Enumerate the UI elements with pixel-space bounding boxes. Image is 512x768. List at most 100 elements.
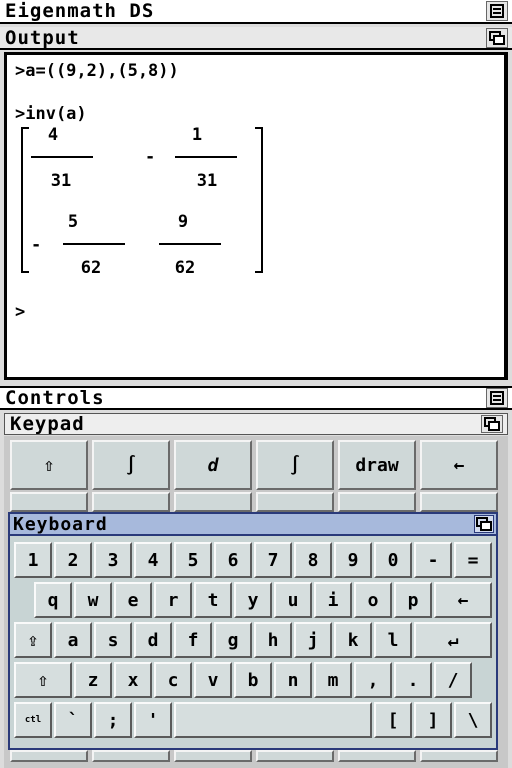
key-p[interactable]: p bbox=[394, 582, 432, 618]
key-e[interactable]: e bbox=[114, 582, 152, 618]
key-s[interactable]: s bbox=[94, 622, 132, 658]
key-semicolon[interactable]: ; bbox=[94, 702, 132, 738]
key-6[interactable]: 6 bbox=[214, 542, 252, 578]
key-period[interactable]: . bbox=[394, 662, 432, 698]
m12-sign: - bbox=[145, 147, 156, 167]
key-equals[interactable]: = bbox=[454, 542, 492, 578]
restore-icon[interactable] bbox=[474, 515, 494, 533]
key-comma[interactable]: , bbox=[354, 662, 392, 698]
key-x[interactable]: x bbox=[114, 662, 152, 698]
minimize-icon[interactable] bbox=[486, 388, 508, 408]
keypad-integral-button[interactable]: ∫ bbox=[92, 440, 170, 490]
keypad-draw-button[interactable]: draw bbox=[338, 440, 416, 490]
enter-button[interactable]: ↵ bbox=[414, 622, 492, 658]
key-d[interactable]: d bbox=[134, 622, 172, 658]
key-8[interactable]: 8 bbox=[294, 542, 332, 578]
keypad-row-bottom-key[interactable] bbox=[420, 750, 498, 762]
app-title: Eigenmath DS bbox=[5, 0, 155, 22]
keypad-row-bottom-key[interactable] bbox=[10, 750, 88, 762]
key-2[interactable]: 2 bbox=[54, 542, 92, 578]
key-g[interactable]: g bbox=[214, 622, 252, 658]
input-line-1: >a=((9,2),(5,8)) bbox=[15, 61, 179, 81]
key-backslash[interactable]: \ bbox=[454, 702, 492, 738]
key-l[interactable]: l bbox=[374, 622, 412, 658]
keypad-title: Keypad bbox=[10, 413, 85, 435]
key-3[interactable]: 3 bbox=[94, 542, 132, 578]
key-v[interactable]: v bbox=[194, 662, 232, 698]
key-w[interactable]: w bbox=[74, 582, 112, 618]
app-titlebar: Eigenmath DS bbox=[0, 0, 512, 24]
key-9[interactable]: 9 bbox=[334, 542, 372, 578]
m11-numerator: 4 bbox=[47, 125, 59, 145]
key-left-bracket[interactable]: [ bbox=[374, 702, 412, 738]
ctrl-button[interactable]: ctl bbox=[14, 702, 52, 738]
key-z[interactable]: z bbox=[74, 662, 112, 698]
key-q[interactable]: q bbox=[34, 582, 72, 618]
m22-denominator: 62 bbox=[174, 258, 196, 278]
key-m[interactable]: m bbox=[314, 662, 352, 698]
key-t[interactable]: t bbox=[194, 582, 232, 618]
key-right-bracket[interactable]: ] bbox=[414, 702, 452, 738]
key-1[interactable]: 1 bbox=[14, 542, 52, 578]
keyboard-window: Keyboard 1 2 3 4 5 6 7 8 9 0 - = q w e r… bbox=[8, 512, 498, 750]
keypad-derivative-button[interactable]: d bbox=[174, 440, 252, 490]
key-u[interactable]: u bbox=[274, 582, 312, 618]
key-4[interactable]: 4 bbox=[134, 542, 172, 578]
key-h[interactable]: h bbox=[254, 622, 292, 658]
input-line-2: >inv(a) bbox=[15, 104, 87, 124]
keypad-row-bottom-key[interactable] bbox=[174, 750, 252, 762]
key-r[interactable]: r bbox=[154, 582, 192, 618]
minimize-icon[interactable] bbox=[486, 1, 508, 21]
key-7[interactable]: 7 bbox=[254, 542, 292, 578]
key-f[interactable]: f bbox=[174, 622, 212, 658]
keypad-titlebar: Keypad bbox=[4, 413, 508, 435]
output-titlebar: Output bbox=[0, 27, 512, 50]
backspace-button[interactable]: ← bbox=[434, 582, 492, 618]
keypad-row-bottom-key[interactable] bbox=[338, 750, 416, 762]
m22-fraction-bar bbox=[159, 243, 221, 245]
key-o[interactable]: o bbox=[354, 582, 392, 618]
restore-icon[interactable] bbox=[486, 27, 508, 48]
keypad-row2-key[interactable] bbox=[256, 492, 334, 512]
matrix-right-bracket bbox=[255, 127, 263, 273]
key-5[interactable]: 5 bbox=[174, 542, 212, 578]
keypad-row2-key[interactable] bbox=[10, 492, 88, 512]
keypad-row2-key[interactable] bbox=[420, 492, 498, 512]
key-b[interactable]: b bbox=[234, 662, 272, 698]
space-bar[interactable] bbox=[174, 702, 372, 738]
key-slash[interactable]: / bbox=[434, 662, 472, 698]
key-j[interactable]: j bbox=[294, 622, 332, 658]
keypad-definite-integral-button[interactable]: ∫ bbox=[256, 440, 334, 490]
output-panel[interactable]: >a=((9,2),(5,8)) >inv(a) 4 31 - 1 31 - 5… bbox=[4, 52, 508, 380]
key-c[interactable]: c bbox=[154, 662, 192, 698]
restore-icon[interactable] bbox=[481, 415, 503, 433]
key-n[interactable]: n bbox=[274, 662, 312, 698]
controls-titlebar: Controls bbox=[0, 386, 512, 410]
key-backtick[interactable]: ` bbox=[54, 702, 92, 738]
m21-fraction-bar bbox=[63, 243, 125, 245]
keypad-row2-key[interactable] bbox=[338, 492, 416, 512]
key-i[interactable]: i bbox=[314, 582, 352, 618]
m12-fraction-bar bbox=[175, 156, 237, 158]
keypad-row-bottom-key[interactable] bbox=[256, 750, 334, 762]
keypad-row2-key[interactable] bbox=[92, 492, 170, 512]
key-minus[interactable]: - bbox=[414, 542, 452, 578]
m11-fraction-bar bbox=[31, 156, 93, 158]
keypad-row-bottom-key[interactable] bbox=[92, 750, 170, 762]
shift-button[interactable]: ⇧ bbox=[14, 662, 72, 698]
key-k[interactable]: k bbox=[334, 622, 372, 658]
keyboard-titlebar: Keyboard bbox=[10, 514, 496, 536]
caps-lock-button[interactable]: ⇪ bbox=[14, 622, 52, 658]
key-0[interactable]: 0 bbox=[374, 542, 412, 578]
keypad-backspace-button[interactable]: ← bbox=[420, 440, 498, 490]
keypad-row2-key[interactable] bbox=[174, 492, 252, 512]
keypad-shift-button[interactable]: ⇧ bbox=[10, 440, 88, 490]
keyboard-title: Keyboard bbox=[13, 513, 108, 535]
key-y[interactable]: y bbox=[234, 582, 272, 618]
m11-denominator: 31 bbox=[50, 171, 72, 191]
key-apostrophe[interactable]: ' bbox=[134, 702, 172, 738]
key-a[interactable]: a bbox=[54, 622, 92, 658]
input-prompt[interactable]: > bbox=[15, 302, 25, 322]
m12-denominator: 31 bbox=[196, 171, 218, 191]
m21-denominator: 62 bbox=[80, 258, 102, 278]
